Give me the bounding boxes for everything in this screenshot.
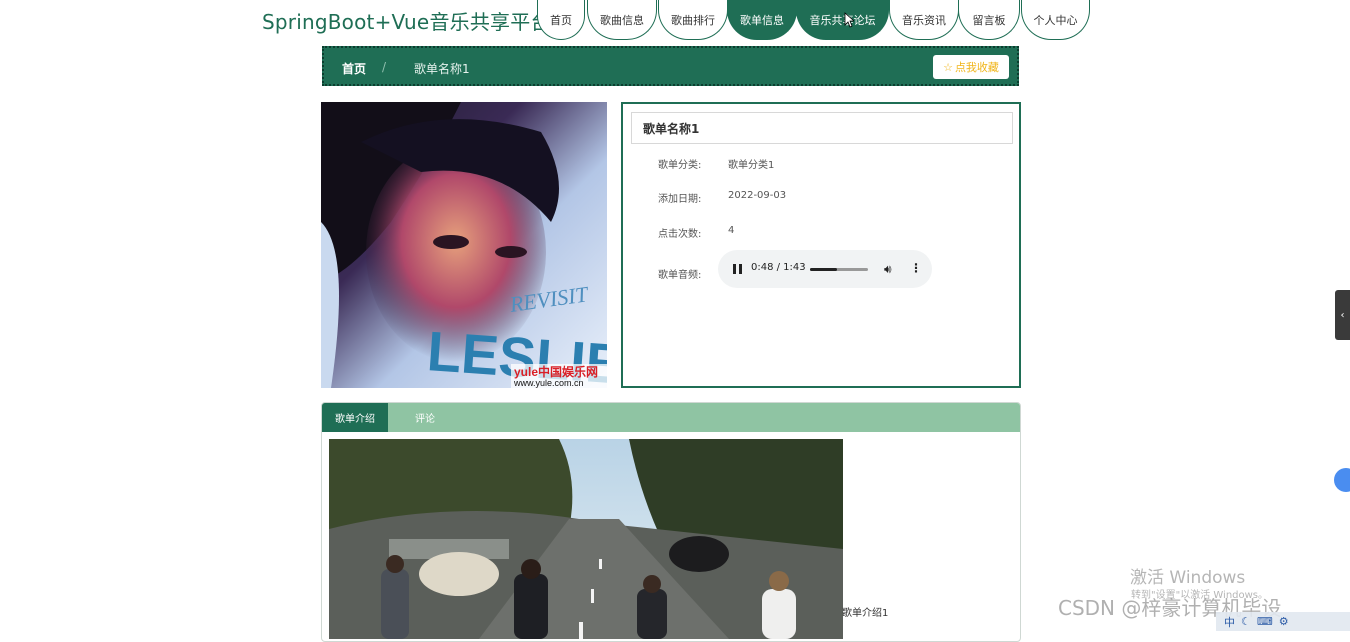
favorite-button-label: 点我收藏 xyxy=(954,61,999,74)
clicks-value: 4 xyxy=(728,225,735,236)
audio-progress-slider[interactable] xyxy=(810,268,868,271)
chevron-left-icon: ‹ xyxy=(1340,309,1345,321)
ime-indicator[interactable]: 中 xyxy=(1224,614,1235,630)
nav-item-news[interactable]: 音乐资讯 xyxy=(889,0,959,40)
intro-text: 歌单介绍1 xyxy=(842,608,889,619)
mouse-cursor-icon xyxy=(844,12,854,28)
nav-item-home[interactable]: 首页 xyxy=(537,0,585,40)
floating-assistant-button[interactable] xyxy=(1334,468,1350,492)
tab-bar: 歌单介绍 评论 xyxy=(322,403,1020,432)
nav-item-playlists[interactable]: 歌单信息 xyxy=(727,0,797,40)
settings-icon[interactable]: ⚙ xyxy=(1279,615,1289,628)
audio-progress-fill xyxy=(810,268,838,271)
nav-item-songs[interactable]: 歌曲信息 xyxy=(587,0,657,40)
clicks-label: 点击次数: xyxy=(658,229,702,240)
pause-icon[interactable] xyxy=(733,264,742,274)
tab-comments[interactable]: 评论 xyxy=(400,403,450,432)
system-tray: 中 ☾ ⌨ ⚙ xyxy=(1216,612,1350,631)
tab-intro[interactable]: 歌单介绍 xyxy=(322,403,388,432)
app-title: SpringBoot+Vue音乐共享平台 xyxy=(262,10,551,34)
cover-url-text: www.yule.com.cn xyxy=(513,378,584,388)
keyboard-icon[interactable]: ⌨ xyxy=(1257,615,1273,628)
audio-time: 0:48 / 1:43 xyxy=(751,262,806,273)
nav-item-forum[interactable]: 音乐共享论坛 xyxy=(796,0,889,40)
playlist-details-panel: 歌单名称1 歌单分类: 歌单分类1 添加日期: 2022-09-03 点击次数:… xyxy=(621,102,1021,388)
breadcrumb-current: 歌单名称1 xyxy=(414,62,470,76)
breadcrumb-home[interactable]: 首页 xyxy=(342,60,366,77)
audio-player: 0:48 / 1:43 🔊︎ ⋮ xyxy=(718,250,932,288)
star-outline-icon: ☆ xyxy=(943,60,953,74)
breadcrumb-separator: / xyxy=(382,60,387,74)
category-value: 歌单分类1 xyxy=(728,160,775,171)
cover-brand-text: yule中国娱乐网 xyxy=(514,364,598,379)
activate-windows-title: 激活 Windows xyxy=(1130,568,1246,588)
side-panel-toggle[interactable]: ‹ xyxy=(1335,290,1350,340)
nav-item-song-ranking[interactable]: 歌曲排行 xyxy=(658,0,728,40)
breadcrumb: 首页 / 歌单名称1 ☆ 点我收藏 xyxy=(322,46,1019,86)
favorite-button[interactable]: ☆ 点我收藏 xyxy=(933,55,1009,79)
audio-label: 歌单音频: xyxy=(658,270,702,281)
playlist-tabs: 歌单介绍 评论 歌单介绍1 xyxy=(321,402,1021,642)
nav-item-guestbook[interactable]: 留言板 xyxy=(958,0,1020,40)
intro-image xyxy=(329,439,843,639)
playlist-cover-image: REVISIT LESLIE yule中国娱乐网 www.yule.com.cn xyxy=(321,102,607,388)
category-label: 歌单分类: xyxy=(658,160,702,171)
nav-item-personal-center[interactable]: 个人中心 xyxy=(1021,0,1090,40)
date-label: 添加日期: xyxy=(658,194,702,205)
moon-icon[interactable]: ☾ xyxy=(1241,615,1251,628)
more-options-icon[interactable]: ⋮ xyxy=(910,261,922,275)
volume-icon[interactable]: 🔊︎ xyxy=(884,262,892,277)
playlist-title: 歌单名称1 xyxy=(631,112,1013,144)
date-value: 2022-09-03 xyxy=(728,190,787,201)
